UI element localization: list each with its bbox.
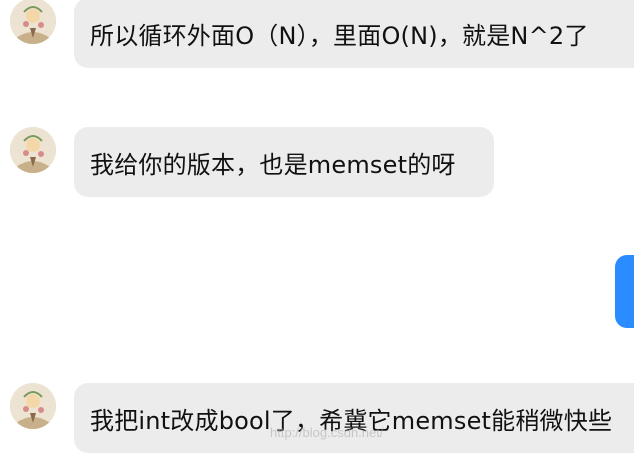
watermark-text: http://blog.csdn.net/ xyxy=(270,425,384,440)
message-bubble[interactable]: 我把int改成bool了，希冀它memset能稍微快些 xyxy=(74,383,634,453)
sender-avatar[interactable] xyxy=(10,127,56,173)
message-bubble[interactable]: 所以循环外面O（N），里面O(N)，就是N^2了 xyxy=(74,0,634,68)
flower-avatar-icon xyxy=(10,0,56,44)
sender-avatar[interactable] xyxy=(10,0,56,44)
message-text: 我给你的版本，也是memset的呀 xyxy=(90,150,456,179)
outgoing-message-bubble[interactable] xyxy=(615,255,634,328)
sender-avatar[interactable] xyxy=(10,383,56,429)
message-bubble[interactable]: 我给你的版本，也是memset的呀 xyxy=(74,127,494,197)
flower-avatar-icon xyxy=(10,383,56,429)
chat-message-list[interactable]: 所以循环外面O（N），里面O(N)，就是N^2了 我给你的版本，也是memset… xyxy=(0,0,634,453)
flower-avatar-icon xyxy=(10,127,56,173)
message-text: 所以循环外面O（N），里面O(N)，就是N^2了 xyxy=(90,21,589,50)
